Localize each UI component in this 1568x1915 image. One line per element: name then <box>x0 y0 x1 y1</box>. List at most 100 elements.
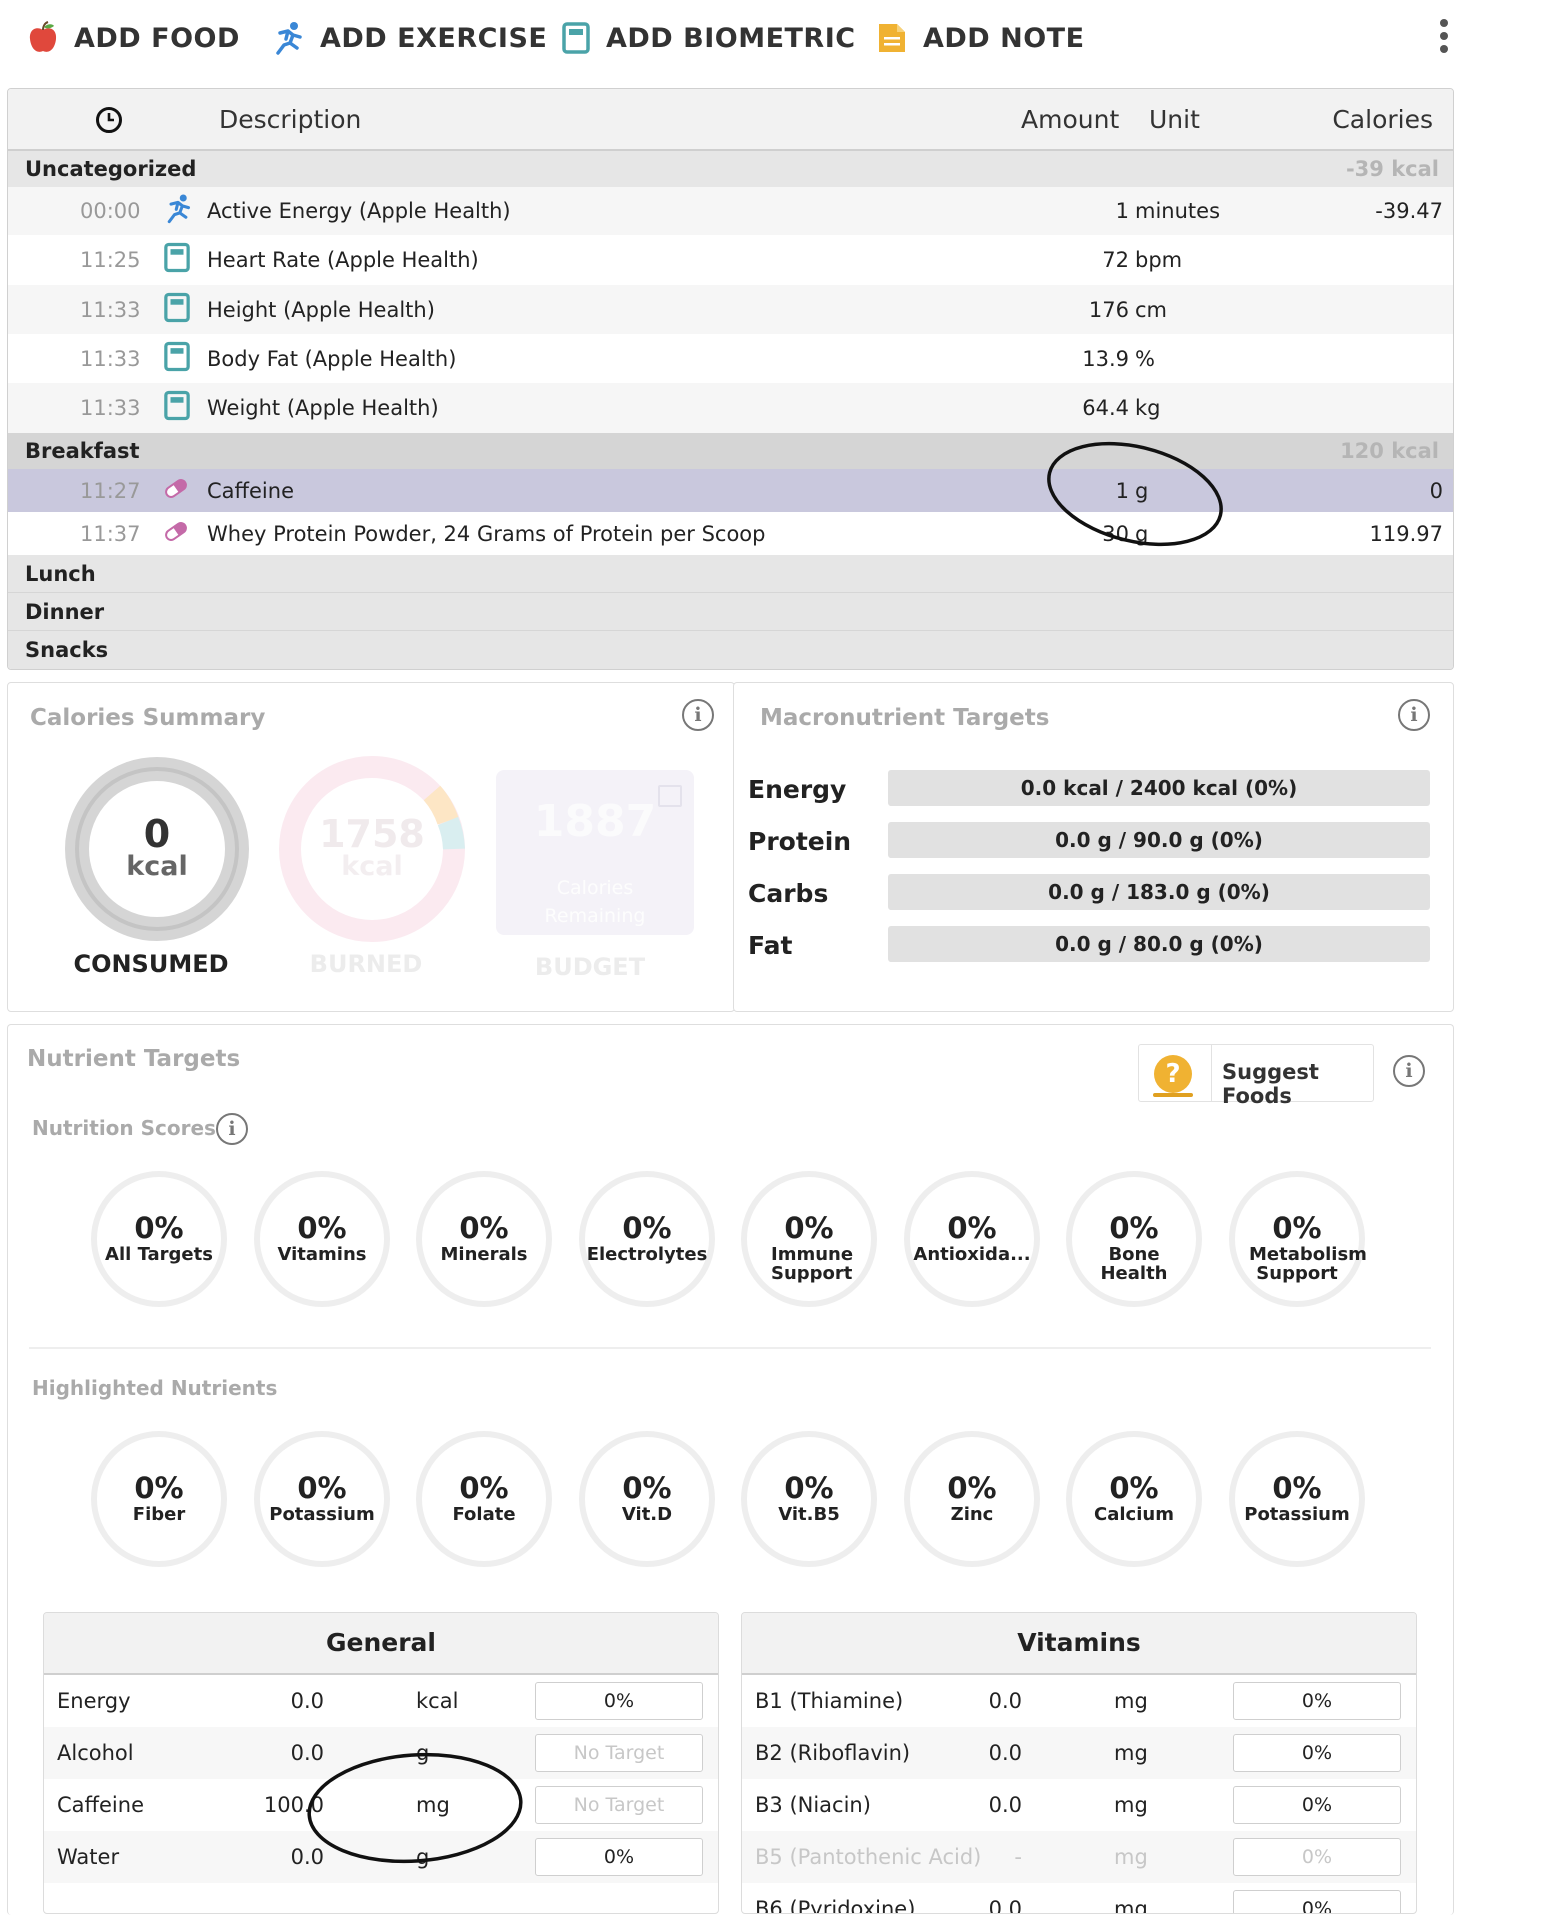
nutrient-row[interactable]: B5 (Pantothenic Acid) - mg 0% <box>742 1831 1416 1883</box>
macro-bar-fat[interactable]: 0.0 g / 80.0 g (0%) <box>888 926 1430 962</box>
score-label: Fiber <box>132 1504 186 1525</box>
col-calories[interactable]: Calories <box>1332 105 1433 134</box>
highlight-vit-d[interactable]: 0% Vit.D <box>579 1431 715 1567</box>
entry-description: Caffeine <box>207 478 294 503</box>
highlight-potassium[interactable]: 0% Potassium <box>254 1431 390 1567</box>
biometric-icon <box>164 390 190 426</box>
info-icon[interactable]: i <box>216 1113 248 1145</box>
score-vitamins[interactable]: 0% Vitamins <box>254 1171 390 1307</box>
nutrient-name: Alcohol <box>57 1741 134 1765</box>
score-electrolytes[interactable]: 0% Electrolytes <box>579 1171 715 1307</box>
col-amount[interactable]: Amount <box>1021 105 1119 134</box>
category-dinner[interactable]: Dinner <box>8 593 1453 631</box>
entry-time: 11:25 <box>80 248 141 272</box>
category-snacks[interactable]: Snacks <box>8 631 1453 669</box>
food-diary-table: Description Amount Unit Calories Uncateg… <box>7 88 1454 670</box>
entry-amount: 13.9 <box>1082 346 1129 371</box>
entry-amount: 72 <box>1102 248 1129 272</box>
nutrient-targets-title: Nutrient Targets <box>27 1046 241 1072</box>
highlight-zinc[interactable]: 0% Zinc <box>904 1431 1040 1567</box>
more-options-icon[interactable] <box>1432 16 1456 56</box>
nutrient-target[interactable]: 0% <box>1233 1786 1401 1824</box>
add-biometric-button[interactable]: ADD BIOMETRIC <box>562 12 856 64</box>
nutrient-target[interactable]: 0% <box>535 1682 703 1720</box>
biometric-icon <box>164 292 190 327</box>
highlight-potassium-2[interactable]: 0% Potassium <box>1229 1431 1365 1567</box>
diary-entry[interactable]: 11:33 Height (Apple Health) 176 cm <box>8 285 1453 334</box>
score-all-targets[interactable]: 0% All Targets <box>91 1171 227 1307</box>
add-exercise-button[interactable]: ADD EXERCISE <box>272 12 547 64</box>
nutrient-row[interactable]: B1 (Thiamine) 0.0 mg 0% <box>742 1675 1416 1727</box>
score-label: Immune Support <box>771 1244 854 1284</box>
category-kcal: -39 kcal <box>1345 157 1439 181</box>
highlight-calcium[interactable]: 0% Calcium <box>1066 1431 1202 1567</box>
nutrient-value: 0.0 <box>290 1689 324 1713</box>
entry-calories: 119.97 <box>1369 521 1443 546</box>
category-lunch[interactable]: Lunch <box>8 555 1453 593</box>
nutrient-unit: mg <box>1114 1689 1148 1713</box>
supplement-icon <box>164 477 188 504</box>
nutrient-target[interactable]: 0% <box>535 1838 703 1876</box>
highlight-folate[interactable]: 0% Folate <box>416 1431 552 1567</box>
nutrient-target[interactable]: 0% <box>1233 1890 1401 1913</box>
macro-label-fat: Fat <box>748 931 793 960</box>
score-pct: 0% <box>297 1211 347 1245</box>
highlight-fiber[interactable]: 0% Fiber <box>91 1431 227 1567</box>
nutrient-target[interactable]: 0% <box>1233 1838 1401 1876</box>
score-pct: 0% <box>459 1211 509 1245</box>
category-uncategorized[interactable]: Uncategorized -39 kcal <box>8 151 1453 188</box>
info-icon[interactable]: i <box>682 699 714 731</box>
diary-entry[interactable]: 11:33 Body Fat (Apple Health) 13.9 % <box>8 334 1453 383</box>
score-minerals[interactable]: 0% Minerals <box>416 1171 552 1307</box>
entry-unit: cm <box>1135 297 1168 322</box>
macro-bar-energy[interactable]: 0.0 kcal / 2400 kcal (0%) <box>888 770 1430 806</box>
vitamins-table: Vitamins B1 (Thiamine) 0.0 mg 0% B2 (Rib… <box>741 1612 1417 1914</box>
nutrient-row[interactable]: Energy 0.0 kcal 0% <box>44 1675 718 1727</box>
exercise-icon <box>164 194 192 229</box>
macro-label-energy: Energy <box>748 775 847 804</box>
nutrient-target[interactable]: 0% <box>1233 1682 1401 1720</box>
nutrient-unit: kcal <box>416 1689 459 1713</box>
nutrient-row[interactable]: B6 (Pyridoxine) 0.0 mg 0% <box>742 1883 1416 1914</box>
entry-description: Body Fat (Apple Health) <box>207 346 457 371</box>
info-icon[interactable]: i <box>1393 1055 1425 1087</box>
entry-description: Heart Rate (Apple Health) <box>207 248 479 272</box>
nutrient-row[interactable]: B3 (Niacin) 0.0 mg 0% <box>742 1779 1416 1831</box>
nutrient-target[interactable]: No Target <box>535 1734 703 1772</box>
running-icon <box>276 22 302 55</box>
add-food-label: ADD FOOD <box>74 22 240 54</box>
macro-bar-carbs[interactable]: 0.0 g / 183.0 g (0%) <box>888 874 1430 910</box>
score-metabolism-support[interactable]: 0% Metabolism Support <box>1229 1171 1367 1307</box>
score-pct: 0% <box>947 1471 997 1505</box>
diary-entry[interactable]: 11:37 Whey Protein Powder, 24 Grams of P… <box>8 512 1453 555</box>
nutrient-row[interactable]: B2 (Riboflavin) 0.0 mg 0% <box>742 1727 1416 1779</box>
apple-icon <box>29 21 57 52</box>
diary-entry-selected[interactable]: 11:27 Caffeine 1 g 0 <box>8 469 1453 512</box>
nutrient-name: B6 (Pyridoxine) <box>755 1897 916 1914</box>
suggest-foods-button[interactable]: ? Suggest Foods <box>1138 1044 1374 1108</box>
entry-time: 11:33 <box>80 297 141 322</box>
add-note-button[interactable]: ADD NOTE <box>877 12 1085 64</box>
add-food-button[interactable]: ADD FOOD <box>28 12 240 64</box>
burned-label: BURNED <box>309 950 423 978</box>
nutrient-target[interactable]: 0% <box>1233 1734 1401 1772</box>
macro-bar-protein[interactable]: 0.0 g / 90.0 g (0%) <box>888 822 1430 858</box>
entry-time: 00:00 <box>80 199 141 223</box>
info-icon[interactable]: i <box>1398 699 1430 731</box>
diary-entry[interactable]: 11:33 Weight (Apple Health) 64.4 kg <box>8 383 1453 433</box>
diary-entry[interactable]: 00:00 Active Energy (Apple Health) 1 min… <box>8 187 1453 235</box>
divider <box>29 1347 1431 1349</box>
col-description[interactable]: Description <box>219 105 361 134</box>
category-breakfast[interactable]: Breakfast 120 kcal <box>8 433 1453 470</box>
macro-targets-title: Macronutrient Targets <box>760 705 1050 731</box>
highlight-vit-b5[interactable]: 0% Vit.B5 <box>741 1431 877 1567</box>
score-antioxidants[interactable]: 0% Antioxida... <box>904 1171 1040 1307</box>
nutrient-target[interactable]: No Target <box>535 1786 703 1824</box>
score-bone-health[interactable]: 0% Bone Health <box>1066 1171 1202 1307</box>
diary-entry[interactable]: 11:25 Heart Rate (Apple Health) 72 bpm <box>8 235 1453 285</box>
entry-description: Weight (Apple Health) <box>207 396 439 420</box>
col-unit[interactable]: Unit <box>1149 105 1200 134</box>
consumed-unit: kcal <box>126 851 188 882</box>
clock-icon[interactable] <box>95 106 123 134</box>
score-immune-support[interactable]: 0% Immune Support <box>741 1171 877 1307</box>
